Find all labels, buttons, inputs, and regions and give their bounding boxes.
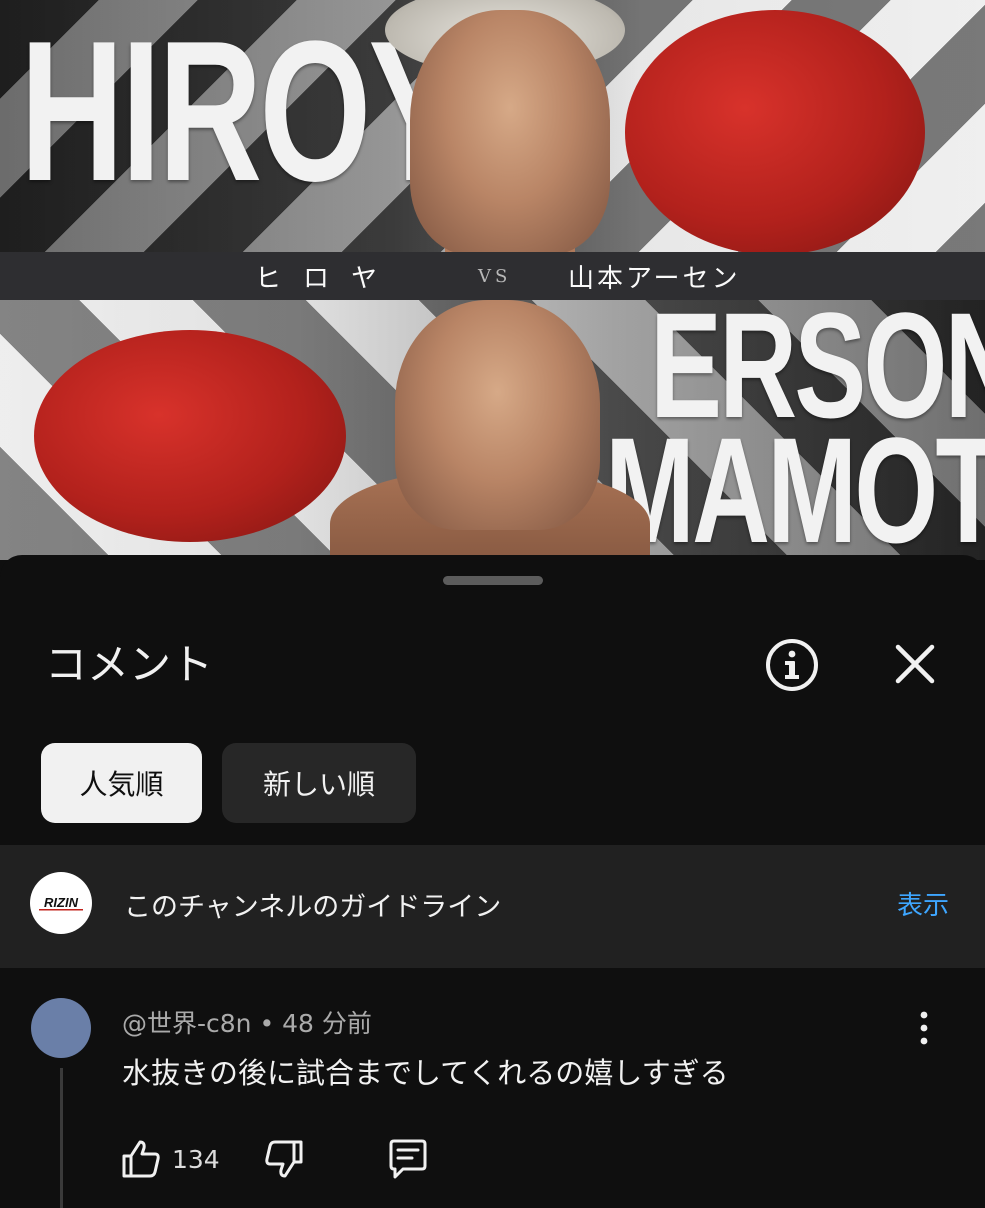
comment-meta: @世界-c8n • 48 分前 (122, 1009, 372, 1038)
fighter-name-bottom-line2: MAMOTO (605, 406, 985, 560)
info-circle-icon[interactable] (764, 637, 820, 693)
reply-icon[interactable] (385, 1136, 431, 1182)
show-guidelines-link[interactable]: 表示 (897, 885, 949, 922)
svg-text:RIZIN: RIZIN (44, 895, 79, 910)
versus-left-name: ヒロヤ (255, 263, 400, 294)
japan-flag-top (625, 10, 925, 252)
channel-guidelines-banner[interactable]: RIZIN このチャンネルのガイドライン 表示 (0, 845, 985, 968)
thumbs-up-icon[interactable] (118, 1136, 164, 1182)
drag-handle[interactable] (443, 576, 543, 585)
thumbs-down-icon[interactable] (261, 1136, 307, 1182)
comment-item: @世界-c8n • 48 分前 水抜きの後に試合までしてくれるの嬉しすぎる 13… (0, 968, 985, 1208)
rizin-logo: RIZIN (30, 872, 92, 934)
fighter-portrait-top (410, 10, 610, 252)
fighter-portrait-bottom (395, 300, 600, 530)
comments-sheet: コメント 人気順 新しい順 RIZIN このチャンネルのガイドライン 表示 @世… (0, 555, 985, 1208)
avatar[interactable] (31, 998, 91, 1058)
guidelines-text: このチャンネルのガイドライン (124, 892, 502, 923)
japan-flag-bottom (34, 330, 346, 542)
sort-chip-popular[interactable]: 人気順 (41, 743, 202, 823)
sort-chip-newest[interactable]: 新しい順 (222, 743, 416, 823)
thread-line (60, 1068, 63, 1208)
versus-label: VS (478, 265, 512, 287)
video-thumbnail[interactable]: HIROYA ヒロヤ VS 山本アーセン ERSON MAMOTO (0, 0, 985, 560)
close-icon[interactable] (892, 641, 938, 687)
sheet-title: コメント (45, 640, 214, 689)
like-count: 134 (172, 1145, 220, 1174)
comment-text: 水抜きの後に試合までしてくれるの嬉しすぎる (122, 1056, 729, 1090)
more-vert-icon[interactable] (910, 1008, 938, 1048)
thumbnail-top-panel: HIROYA (0, 0, 985, 252)
